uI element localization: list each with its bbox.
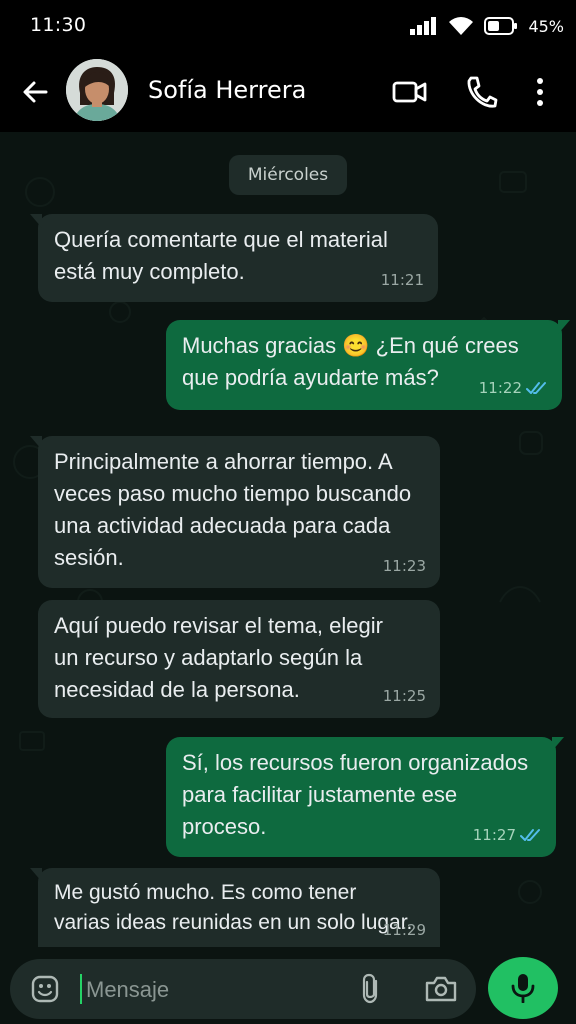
contact-name[interactable]: Sofía Herrera [148,76,306,104]
message-meta: 11:22 [479,372,548,404]
avatar-photo [66,59,128,121]
message-line: veces paso mucho tiempo buscando [54,481,412,506]
battery-icon [484,17,518,35]
message-line: Quería comentarte que el material [54,227,388,252]
more-vert-icon[interactable] [526,72,554,112]
bubble-tail [30,214,42,228]
message-line: sesión. [54,545,124,570]
message-incoming[interactable]: Principalmente a ahorrar tiempo. A veces… [30,436,440,588]
status-bar: 11:30 45% [0,0,576,52]
message-input-container[interactable] [10,959,476,1019]
message-line: una actividad adecuada para cada [54,513,391,538]
text-cursor [80,974,82,1004]
message-meta: 11:21 [381,264,424,296]
message-line: está muy completo. [54,259,245,284]
mic-button[interactable] [488,957,558,1019]
message-line: Muchas gracias 😊 ¿En qué crees [182,333,519,358]
emoji-icon[interactable] [30,974,60,1004]
composer-bar [0,947,576,1024]
date-separator: Miércoles [229,155,347,195]
message-list[interactable]: Miércoles Quería comentarte que el mater… [0,132,576,947]
message-line: necesidad de la persona. [54,677,300,702]
bubble-tail [30,436,42,450]
message-line: varias ideas reunidas en un solo lugar. [54,911,413,934]
bubble-tail [558,320,570,334]
wifi-icon [449,17,474,35]
read-ticks-icon [520,829,540,841]
message-line: Aquí puedo revisar el tema, elegir [54,613,383,638]
battery-percent: 45% [528,16,564,36]
message-incoming[interactable]: Me gustó mucho. Es como tener varias ide… [30,868,440,947]
video-call-icon[interactable] [390,74,430,110]
whatsapp-chat-screen: 11:30 45% Sofía Herrera Miércoles Quería… [0,0,576,1024]
message-line: Sí, los recursos fueron organizados [182,750,529,775]
message-time: 11:29 [382,921,426,939]
message-line: para facilitar justamente ese [182,782,458,807]
message-outgoing[interactable]: Muchas gracias 😊 ¿En qué crees que podrí… [166,320,570,410]
message-outgoing[interactable]: Sí, los recursos fueron organizados para… [166,737,564,857]
message-line: un recurso y adaptarlo según la [54,645,363,670]
attach-icon[interactable] [358,973,384,1005]
message-meta: 11:25 [383,680,426,712]
message-line: Principalmente a ahorrar tiempo. A [54,449,393,474]
mic-icon [511,974,535,1003]
message-time: 11:23 [382,557,426,575]
message-text: Aquí puedo revisar el tema, elegir un re… [54,610,424,706]
message-meta: 11:23 [383,550,426,582]
back-arrow-icon[interactable] [18,74,54,110]
message-meta: 11:27 [473,819,542,851]
chat-header: Sofía Herrera [0,52,576,132]
message-time: 11:27 [472,826,516,844]
bubble-tail [30,868,42,882]
message-text: Me gustó mucho. Es como tener varias ide… [54,878,424,938]
signal-icon [410,17,437,35]
message-line: Me gustó mucho. Es como tener [54,881,357,904]
message-incoming[interactable]: Aquí puedo revisar el tema, elegir un re… [38,600,440,718]
status-icons: 45% [410,14,564,38]
status-time: 11:30 [30,14,87,36]
message-time: 11:25 [382,687,426,705]
message-input[interactable] [84,969,348,1011]
bubble-tail [552,737,564,751]
message-time: 11:21 [380,271,424,289]
message-text: Principalmente a ahorrar tiempo. A veces… [54,446,424,574]
contact-avatar[interactable] [66,59,128,121]
message-meta: 11:29 [383,914,426,946]
message-time: 11:22 [478,379,522,397]
message-text: Quería comentarte que el material está m… [54,224,422,288]
camera-icon[interactable] [424,974,458,1004]
message-incoming[interactable]: Quería comentarte que el material está m… [30,214,438,302]
read-ticks-icon [526,382,546,394]
phone-icon[interactable] [462,72,498,112]
